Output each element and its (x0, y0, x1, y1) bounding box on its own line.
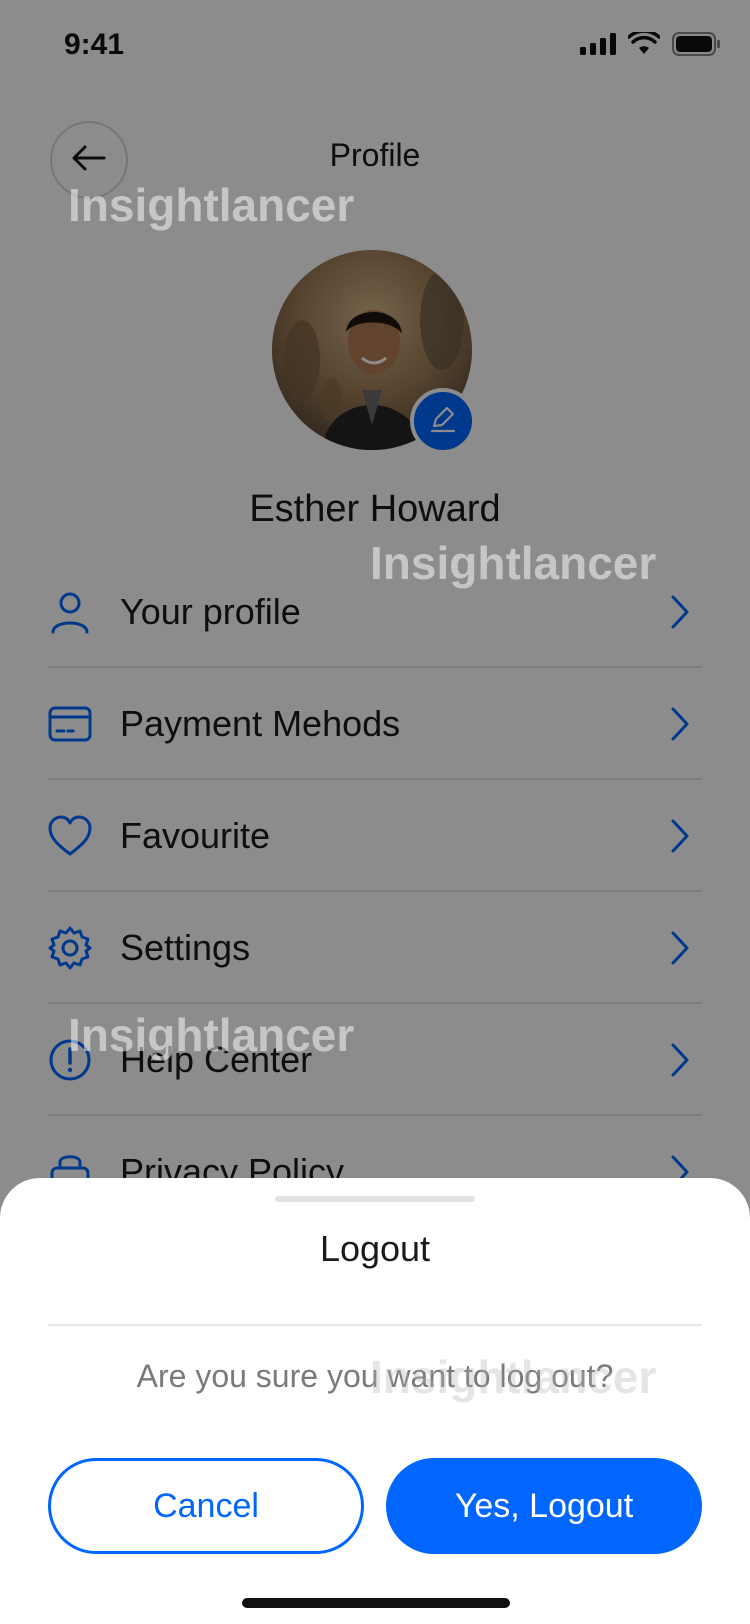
menu-item-label: Your profile (120, 591, 301, 632)
chevron-right-icon (668, 930, 692, 966)
confirm-logout-button[interactable]: Yes, Logout (386, 1458, 702, 1554)
page-title: Profile (329, 137, 421, 173)
profile-menu: Your profile Payment Mehods Favourite Se… (48, 556, 702, 1228)
menu-item-label: Help Center (120, 1039, 313, 1080)
gear-icon (48, 926, 92, 970)
sheet-divider (48, 1324, 702, 1326)
edit-avatar-button[interactable] (410, 388, 476, 454)
menu-item-settings[interactable]: Settings (48, 892, 702, 1004)
menu-item-favourite[interactable]: Favourite (48, 780, 702, 892)
sheet-message: Are you sure you want to log out? (136, 1358, 614, 1394)
chevron-right-icon (668, 594, 692, 630)
chevron-right-icon (668, 1042, 692, 1078)
wifi-icon (627, 29, 661, 61)
chevron-right-icon (668, 818, 692, 854)
status-time: 9:41 (64, 28, 125, 61)
user-name: Esther Howard (249, 488, 501, 530)
menu-item-payment-methods[interactable]: Payment Mehods (48, 668, 702, 780)
cancel-button[interactable]: Cancel (48, 1458, 364, 1554)
pencil-icon (428, 404, 458, 439)
menu-item-label: Favourite (120, 815, 271, 856)
heart-icon (48, 814, 92, 858)
status-icons (580, 29, 720, 61)
status-bar: 9:41 (0, 0, 750, 92)
logout-sheet: Logout Are you sure you want to log out?… (0, 1178, 750, 1624)
card-icon (48, 702, 92, 746)
home-indicator (242, 1598, 510, 1608)
chevron-right-icon (668, 706, 692, 742)
exclamation-circle-icon (48, 1038, 92, 1082)
sheet-drag-handle[interactable] (275, 1196, 475, 1202)
user-icon (48, 590, 92, 634)
menu-item-label: Payment Mehods (120, 703, 401, 744)
sheet-title: Logout (319, 1228, 431, 1269)
menu-item-help-center[interactable]: Help Center (48, 1004, 702, 1116)
signal-icon (580, 33, 616, 60)
menu-item-label: Settings (120, 927, 251, 968)
menu-item-your-profile[interactable]: Your profile (48, 556, 702, 668)
battery-icon (672, 32, 720, 61)
